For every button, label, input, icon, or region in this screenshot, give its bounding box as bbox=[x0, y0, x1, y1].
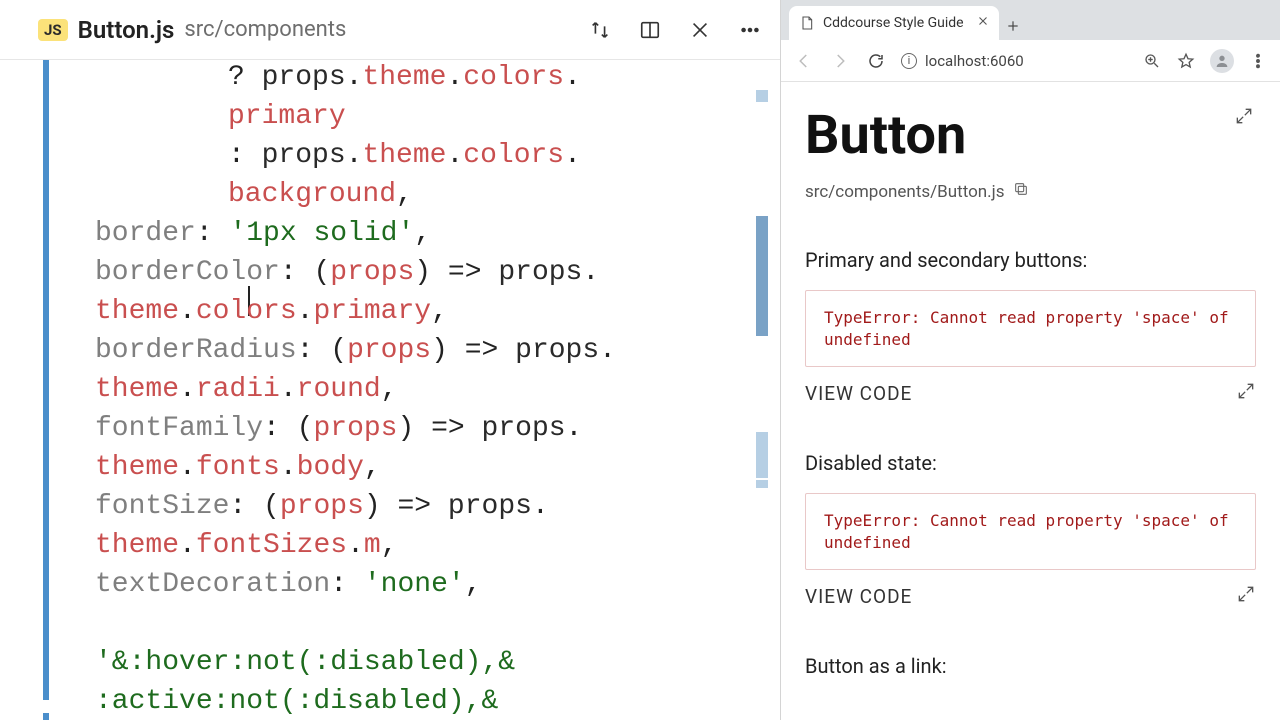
code-line: background, bbox=[88, 175, 750, 214]
change-marker bbox=[43, 713, 49, 720]
code-line: borderRadius: (props) => props. bbox=[88, 331, 750, 370]
code-editor[interactable]: ? props.theme.colors.primary: props.them… bbox=[0, 60, 780, 720]
code-line: border: '1px solid', bbox=[88, 214, 750, 253]
zoom-icon[interactable] bbox=[1142, 51, 1162, 71]
browser-menu-icon[interactable] bbox=[1248, 51, 1268, 71]
back-button[interactable] bbox=[793, 50, 815, 72]
copy-icon[interactable] bbox=[1013, 181, 1029, 202]
code-line: theme.radii.round, bbox=[88, 370, 750, 409]
expand-icon[interactable] bbox=[1236, 584, 1256, 608]
viewcode-row: VIEW CODE bbox=[805, 381, 1256, 405]
code-line: fontSize: (props) => props. bbox=[88, 487, 750, 526]
code-line: '&:hover:not(:disabled),& bbox=[88, 643, 750, 682]
error-message: TypeError: Cannot read property 'space' … bbox=[805, 290, 1256, 367]
example-block: Primary and secondary buttons: TypeError:… bbox=[805, 248, 1256, 405]
code-line: :active:not(:disabled),& bbox=[88, 682, 750, 720]
browser-tab[interactable]: Cddcourse Style Guide bbox=[789, 6, 999, 40]
code-line: fontFamily: (props) => props. bbox=[88, 409, 750, 448]
forward-button[interactable] bbox=[829, 50, 851, 72]
component-title: Button bbox=[805, 104, 1256, 167]
page-icon bbox=[799, 15, 815, 31]
styleguide-page: Button src/components/Button.js Primary … bbox=[781, 82, 1280, 720]
expand-icon[interactable] bbox=[1234, 106, 1254, 130]
browser-tab-title: Cddcourse Style Guide bbox=[823, 15, 964, 31]
close-tab-icon[interactable] bbox=[977, 15, 989, 31]
code-line: theme.fontSizes.m, bbox=[88, 526, 750, 565]
url-text: localhost:6060 bbox=[925, 52, 1024, 70]
browser-toolbar: i localhost:6060 bbox=[781, 40, 1280, 82]
example-label: Button as a link: bbox=[805, 654, 1256, 678]
editor-tab-bar: JS Button.js src/components bbox=[0, 0, 780, 60]
component-source-row: src/components/Button.js bbox=[805, 181, 1256, 202]
site-info-icon[interactable]: i bbox=[901, 53, 917, 69]
component-source-path: src/components/Button.js bbox=[805, 182, 1005, 202]
change-marker bbox=[43, 60, 49, 700]
file-path: src/components bbox=[184, 17, 346, 42]
browser-tab-strip: Cddcourse Style Guide bbox=[781, 0, 1280, 40]
code-line: theme.colors.primary, bbox=[88, 292, 750, 331]
address-bar[interactable]: i localhost:6060 bbox=[901, 52, 1024, 70]
code-line: primary bbox=[88, 97, 750, 136]
refresh-button[interactable] bbox=[865, 50, 887, 72]
code-line: theme.fonts.body, bbox=[88, 448, 750, 487]
error-message: TypeError: Cannot read property 'space' … bbox=[805, 493, 1256, 570]
viewcode-row: VIEW CODE bbox=[805, 584, 1256, 608]
editor-minimap[interactable] bbox=[756, 60, 768, 720]
expand-icon[interactable] bbox=[1236, 381, 1256, 405]
code-line: borderColor: (props) => props. bbox=[88, 253, 750, 292]
view-code-button[interactable]: VIEW CODE bbox=[805, 585, 912, 608]
example-block: Disabled state: TypeError: Cannot read pr… bbox=[805, 451, 1256, 608]
editor-tab-actions bbox=[588, 18, 762, 42]
example-label: Primary and secondary buttons: bbox=[805, 248, 1256, 272]
new-tab-button[interactable] bbox=[999, 12, 1027, 40]
compare-changes-icon[interactable] bbox=[588, 18, 612, 42]
profile-avatar[interactable] bbox=[1210, 49, 1234, 73]
bookmark-icon[interactable] bbox=[1176, 51, 1196, 71]
code-line bbox=[88, 604, 750, 643]
code-line: ? props.theme.colors. bbox=[88, 60, 750, 97]
editor-pane: JS Button.js src/components ? props.them… bbox=[0, 0, 780, 720]
view-code-button[interactable]: VIEW CODE bbox=[805, 382, 912, 405]
example-label: Disabled state: bbox=[805, 451, 1256, 475]
browser-pane: Cddcourse Style Guide i localhost:6060 bbox=[780, 0, 1280, 720]
code-line: textDecoration: 'none', bbox=[88, 565, 750, 604]
code-line: : props.theme.colors. bbox=[88, 136, 750, 175]
file-type-badge: JS bbox=[38, 19, 68, 41]
example-block: Button as a link: bbox=[805, 654, 1256, 678]
split-editor-icon[interactable] bbox=[638, 18, 662, 42]
close-tab-icon[interactable] bbox=[688, 18, 712, 42]
file-name: Button.js bbox=[78, 16, 175, 44]
more-actions-icon[interactable] bbox=[738, 18, 762, 42]
